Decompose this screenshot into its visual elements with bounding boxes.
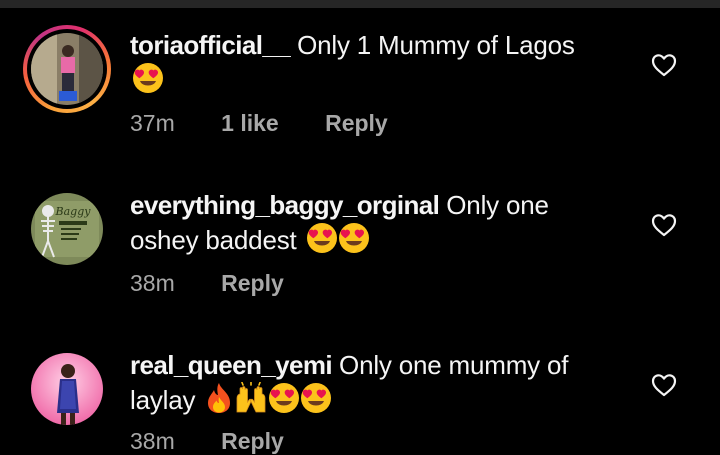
- comment-text: toriaofficial__ Only 1 Mummy of Lagos: [130, 28, 630, 102]
- avatar[interactable]: [31, 353, 103, 425]
- heart-eyes-emoji-icon: [338, 222, 370, 262]
- comment-text: real_queen_yemi Only one mummy of laylay: [130, 348, 630, 422]
- reply-button[interactable]: Reply: [221, 428, 284, 454]
- top-divider-bar: [0, 0, 720, 8]
- avatar-with-story-ring[interactable]: [23, 25, 111, 113]
- comment-meta: 38m Reply: [130, 270, 284, 297]
- avatar-logo-text: Baggy: [55, 205, 92, 218]
- raised-hands-emoji-icon: [234, 381, 268, 422]
- comment-time: 38m: [130, 428, 175, 454]
- heart-eyes-emoji-icon: [300, 382, 332, 422]
- comment-time: 38m: [130, 270, 175, 296]
- comment-body: Only one mummy of: [339, 350, 569, 380]
- comment-username[interactable]: real_queen_yemi: [130, 350, 333, 380]
- like-heart-icon[interactable]: [651, 373, 677, 397]
- comment-body: Only one: [446, 190, 549, 220]
- comment-body-line2: oshey baddest: [130, 225, 297, 255]
- avatar[interactable]: Baggy: [31, 193, 103, 265]
- like-heart-icon[interactable]: [651, 53, 677, 77]
- comment-username[interactable]: toriaofficial__: [130, 30, 291, 60]
- reply-button[interactable]: Reply: [325, 110, 388, 136]
- like-heart-icon[interactable]: [651, 213, 677, 237]
- comment-text: everything_baggy_orginal Only one oshey …: [130, 188, 630, 262]
- comment-meta: 37m 1 like Reply: [130, 110, 388, 137]
- comment-body: Only 1 Mummy of Lagos: [297, 30, 575, 60]
- fire-emoji-icon: [204, 382, 234, 422]
- comment-username[interactable]: everything_baggy_orginal: [130, 190, 440, 220]
- comment-likes[interactable]: 1 like: [221, 110, 279, 136]
- comment-time: 37m: [130, 110, 175, 136]
- heart-eyes-emoji-icon: [306, 222, 338, 262]
- heart-eyes-emoji-icon: [268, 382, 300, 422]
- heart-eyes-emoji-icon: [132, 62, 164, 102]
- reply-button[interactable]: Reply: [221, 270, 284, 296]
- comment-body-line2: laylay: [130, 385, 196, 415]
